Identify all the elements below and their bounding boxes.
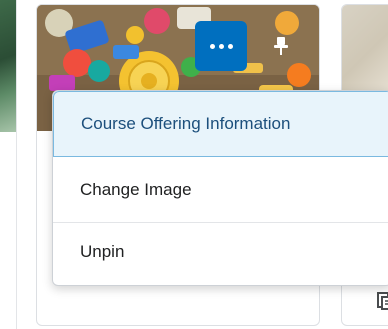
- course-options-menu: Course Offering Information Change Image…: [52, 90, 388, 286]
- menu-item-course-offering-information[interactable]: Course Offering Information: [53, 91, 388, 157]
- menu-item-change-image[interactable]: Change Image: [53, 157, 388, 223]
- pin-icon: [274, 37, 288, 55]
- ellipsis-icon-dot: [227, 43, 233, 49]
- ellipsis-icon-dot: [218, 43, 224, 49]
- course-cards-area: Course Offering Information Change Image…: [0, 0, 388, 329]
- pin-button[interactable]: [263, 28, 299, 64]
- menu-item-unpin[interactable]: Unpin: [53, 219, 388, 285]
- course-card-left[interactable]: [0, 0, 17, 329]
- document-icon: [377, 292, 388, 310]
- ellipsis-icon: [209, 43, 215, 49]
- course-options-button[interactable]: [195, 21, 247, 71]
- course-image-left: [0, 0, 16, 132]
